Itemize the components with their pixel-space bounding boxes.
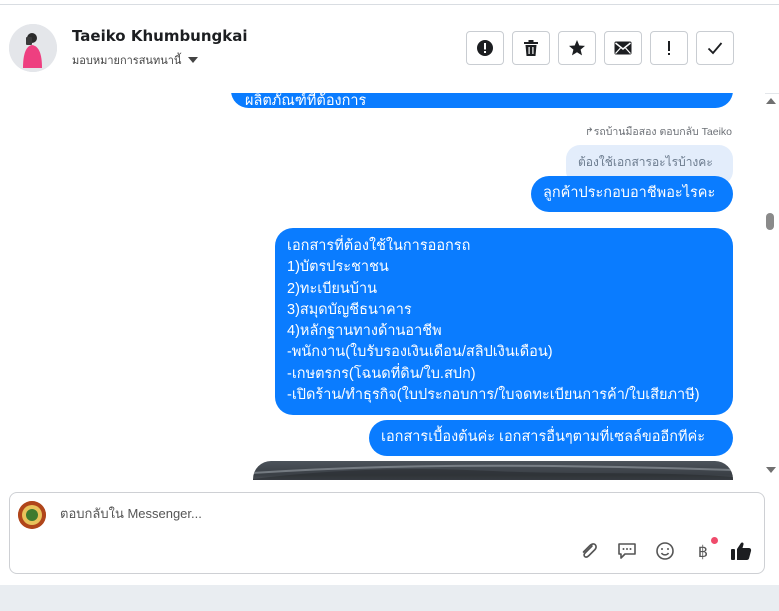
star-button[interactable] bbox=[558, 31, 596, 65]
scroll-down-arrow-icon[interactable] bbox=[766, 467, 776, 473]
message-bubble-documents[interactable]: เอกสารที่ต้องใช้ในการออกรถ 1)บัตรประชาชน… bbox=[275, 228, 733, 415]
exclamation-icon bbox=[668, 41, 670, 55]
star-icon bbox=[569, 40, 585, 56]
message-line: -เกษตรกร(โฉนดที่ดิน/ใบ.สปก) bbox=[287, 365, 476, 382]
thumbs-up-icon bbox=[731, 542, 752, 560]
message-line: 1)บัตรประชาชน bbox=[287, 259, 389, 276]
emoji-icon bbox=[656, 542, 674, 560]
paperclip-icon bbox=[582, 543, 597, 558]
follow-up-button[interactable] bbox=[650, 31, 688, 65]
message-line: -เปิดร้าน/ทำธุรกิจ(ใบประกอบการ/ใบจดทะเบี… bbox=[287, 387, 700, 404]
message-text: ผลิตภัณฑ์ที่ต้องการ bbox=[245, 93, 367, 108]
conversation-header: Taeiko Khumbungkai มอบหมายการสนทนานี้ bbox=[0, 4, 779, 94]
composer-tools: ฿ bbox=[578, 537, 752, 562]
assign-label: มอบหมายการสนทนานี้ bbox=[72, 54, 182, 67]
thread-scrollbar[interactable] bbox=[765, 93, 777, 480]
scrollbar-thumb[interactable] bbox=[766, 213, 774, 230]
reply-input[interactable] bbox=[58, 505, 462, 522]
done-button[interactable] bbox=[696, 31, 734, 65]
contact-name[interactable]: Taeiko Khumbungkai bbox=[72, 27, 248, 45]
conversation-panel: Taeiko Khumbungkai มอบหมายการสนทนานี้ ผล… bbox=[0, 0, 779, 585]
send-like-button[interactable] bbox=[730, 540, 752, 562]
envelope-icon bbox=[614, 41, 632, 55]
delete-button[interactable] bbox=[512, 31, 550, 65]
saved-replies-button[interactable] bbox=[616, 540, 638, 562]
message-bubble[interactable]: เอกสารเบื้องต้นค่ะ เอกสารอื่นๆตามที่เซลล… bbox=[369, 420, 733, 456]
caret-down-icon bbox=[188, 57, 199, 63]
message-bubble[interactable]: ลูกค้าประกอบอาชีพอะไรคะ bbox=[531, 176, 733, 212]
trash-icon bbox=[524, 40, 538, 56]
baht-payment-icon: ฿ bbox=[697, 541, 709, 561]
mark-unread-button[interactable] bbox=[604, 31, 642, 65]
message-bubble: ผลิตภัณฑ์ที่ต้องการ bbox=[231, 93, 733, 108]
message-composer: ฿ bbox=[9, 492, 765, 574]
payment-button[interactable]: ฿ bbox=[692, 537, 718, 562]
alert-circle-icon bbox=[477, 40, 493, 56]
reply-indicator: ↱รถบ้านมือสอง ตอบกลับ Taeiko bbox=[585, 123, 732, 140]
message-line: 2)ทะเบียนบ้าน bbox=[287, 280, 378, 297]
spam-button[interactable] bbox=[466, 31, 504, 65]
emoji-button[interactable] bbox=[654, 540, 676, 562]
message-line: เอกสารที่ต้องใช้ในการออกรถ bbox=[287, 238, 471, 254]
reply-indicator-text: รถบ้านมือสอง ตอบกลับ Taeiko bbox=[593, 126, 732, 138]
message-text: ลูกค้าประกอบอาชีพอะไรคะ bbox=[543, 185, 716, 201]
attach-file-button[interactable] bbox=[578, 540, 600, 562]
message-line: 3)สมุดบัญชีธนาคาร bbox=[287, 301, 412, 318]
saved-reply-icon bbox=[618, 543, 636, 559]
message-line: 4)หลักฐานทางด้านอาชีพ bbox=[287, 323, 442, 340]
reply-arrow-icon: ↱ bbox=[584, 126, 594, 138]
message-text: เอกสารเบื้องต้นค่ะ เอกสารอื่นๆตามที่เซลล… bbox=[381, 429, 706, 445]
image-attachment[interactable] bbox=[253, 461, 733, 480]
photo-preview bbox=[253, 464, 733, 480]
quoted-text: ต้องใช้เอกสารอะไรบ้างคะ bbox=[578, 155, 713, 169]
checkmark-icon bbox=[707, 42, 723, 55]
notification-dot bbox=[711, 537, 718, 544]
assign-conversation-dropdown[interactable]: มอบหมายการสนทนานี้ bbox=[72, 51, 199, 69]
header-actions bbox=[466, 31, 734, 65]
contact-avatar[interactable] bbox=[9, 24, 57, 72]
message-line: -พนักงาน(ใบรับรองเงินเดือน/สลิปเงินเดือน… bbox=[287, 344, 553, 361]
message-thread[interactable]: ผลิตภัณฑ์ที่ต้องการ ↱รถบ้านมือสอง ตอบกลั… bbox=[0, 93, 765, 480]
scroll-up-arrow-icon[interactable] bbox=[766, 98, 776, 104]
page-avatar bbox=[18, 501, 46, 529]
